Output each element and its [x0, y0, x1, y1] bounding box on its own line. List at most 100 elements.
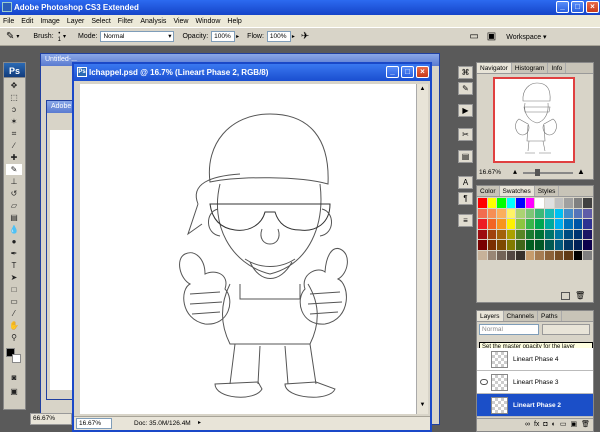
menu-edit[interactable]: Edit — [21, 18, 33, 25]
color-swatch[interactable] — [573, 240, 583, 250]
menu-filter[interactable]: Filter — [118, 18, 134, 25]
menu-layer[interactable]: Layer — [67, 18, 85, 25]
history-brush-tool-icon[interactable]: ↺ — [6, 188, 22, 199]
zoom-field[interactable]: 16.67% — [76, 418, 112, 429]
background-color-swatch[interactable] — [12, 354, 21, 363]
airbrush-icon[interactable]: ✈ — [301, 31, 309, 42]
color-swatch[interactable] — [506, 229, 516, 239]
paragraph-panel-icon[interactable]: ¶ — [458, 192, 473, 205]
delete-layer-icon[interactable]: 🗑 — [581, 419, 590, 431]
tab-histogram[interactable]: Histogram — [512, 63, 549, 73]
layer-row[interactable]: Lineart Phase 3 — [477, 371, 593, 394]
color-swatch[interactable] — [516, 198, 525, 208]
layer-row-selected[interactable]: Lineart Phase 2 — [477, 394, 593, 417]
info-panel-icon[interactable]: ≡ — [458, 214, 473, 227]
bridge-icon[interactable]: ▭ — [469, 31, 478, 42]
color-swatch[interactable] — [497, 208, 506, 218]
color-swatch[interactable] — [564, 229, 573, 239]
color-swatch[interactable] — [487, 208, 497, 218]
color-swatch[interactable] — [497, 198, 506, 208]
color-swatch[interactable] — [545, 198, 554, 208]
photoshop-logo-icon[interactable]: Ps — [3, 62, 26, 78]
trash-icon[interactable]: 🗑 — [575, 291, 585, 300]
color-swatch[interactable] — [516, 208, 525, 218]
lasso-tool-icon[interactable]: ↄ — [6, 104, 22, 115]
menu-analysis[interactable]: Analysis — [140, 18, 166, 25]
opacity-input[interactable]: 100% — [211, 31, 236, 42]
color-swatch[interactable] — [525, 208, 535, 218]
doc-minimize-button[interactable]: _ — [386, 66, 399, 78]
tab-info[interactable]: Info — [548, 63, 567, 73]
color-swatch[interactable] — [583, 229, 592, 239]
tab-channels[interactable]: Channels — [504, 311, 538, 321]
color-swatch[interactable] — [506, 219, 516, 229]
hand-tool-icon[interactable]: ✋ — [6, 320, 22, 331]
crop-tool-icon[interactable]: ⌗ — [6, 128, 22, 139]
menu-image[interactable]: Image — [40, 18, 59, 25]
maximize-button[interactable]: □ — [571, 1, 584, 13]
color-swatch[interactable] — [545, 208, 554, 218]
tab-navigator[interactable]: Navigator — [477, 63, 512, 73]
minimize-button[interactable]: _ — [556, 1, 569, 13]
color-swatch[interactable] — [583, 219, 592, 229]
healing-brush-tool-icon[interactable]: ✚ — [6, 152, 22, 163]
color-swatch[interactable] — [478, 219, 487, 229]
move-tool-icon[interactable]: ✥ — [6, 80, 22, 91]
palette-well-icon[interactable]: ▣ — [487, 31, 496, 42]
close-button[interactable]: × — [586, 1, 599, 13]
new-swatch-icon[interactable] — [561, 292, 570, 300]
tab-paths[interactable]: Paths — [538, 311, 562, 321]
color-swatch[interactable] — [564, 219, 573, 229]
color-swatch[interactable] — [554, 240, 564, 250]
color-swatch[interactable] — [516, 219, 525, 229]
tool-presets-panel-icon[interactable]: ✎ — [458, 82, 473, 95]
layer-row[interactable]: Lineart Phase 4 — [477, 348, 593, 371]
color-swatch[interactable] — [554, 250, 564, 260]
opacity-slider-arrow-icon[interactable]: ▸ — [236, 33, 239, 40]
color-swatch[interactable] — [564, 198, 573, 208]
color-swatch[interactable] — [545, 250, 554, 260]
menu-help[interactable]: Help — [227, 18, 241, 25]
menu-file[interactable]: File — [3, 18, 14, 25]
color-swatch[interactable] — [554, 208, 564, 218]
new-layer-icon[interactable]: ▣ — [570, 419, 577, 431]
color-swatch[interactable] — [583, 198, 592, 208]
color-swatch[interactable] — [545, 219, 554, 229]
path-selection-tool-icon[interactable]: ➤ — [6, 272, 22, 283]
eraser-tool-icon[interactable]: ▱ — [6, 200, 22, 211]
layer-mask-icon[interactable]: ◘ — [543, 419, 547, 431]
color-swatch[interactable] — [554, 229, 564, 239]
menu-select[interactable]: Select — [91, 18, 110, 25]
color-swatch[interactable] — [487, 198, 497, 208]
color-swatch[interactable] — [535, 208, 545, 218]
color-swatch[interactable] — [487, 219, 497, 229]
brush-size-picker[interactable]: • 1 — [58, 31, 61, 43]
magic-wand-tool-icon[interactable]: ✶ — [6, 116, 22, 127]
layer-comps-panel-icon[interactable]: ▤ — [458, 150, 473, 163]
color-swatch[interactable] — [564, 250, 573, 260]
color-swatch[interactable] — [573, 229, 583, 239]
new-group-icon[interactable]: ▭ — [560, 419, 567, 431]
color-swatch[interactable] — [506, 208, 516, 218]
color-swatch[interactable] — [525, 250, 535, 260]
doc-maximize-button[interactable]: □ — [401, 66, 414, 78]
tab-layers[interactable]: Layers — [477, 311, 504, 321]
color-swatch[interactable] — [525, 240, 535, 250]
history-panel-icon[interactable]: ▶ — [458, 104, 473, 117]
color-swatch[interactable] — [487, 240, 497, 250]
workspace-button[interactable]: Workspace ▾ — [506, 33, 546, 41]
color-swatch[interactable] — [525, 219, 535, 229]
adjustment-layer-icon[interactable]: ◐ — [552, 419, 556, 431]
flow-slider-arrow-icon[interactable]: ▸ — [292, 33, 295, 40]
color-swatch[interactable] — [545, 229, 554, 239]
color-swatch[interactable] — [516, 229, 525, 239]
tool-preset-dropdown-icon[interactable]: ▾ — [16, 33, 19, 40]
brush-tool-icon[interactable]: ✎ — [6, 164, 22, 175]
zoom-tool-icon[interactable]: ⚲ — [6, 332, 22, 343]
slice-tool-icon[interactable]: ∕ — [6, 140, 22, 151]
color-swatch[interactable] — [478, 250, 487, 260]
color-swatch[interactable] — [535, 240, 545, 250]
zoom-out-icon[interactable]: ▴ — [513, 167, 517, 176]
eyedropper-tool-icon[interactable]: ⁄ — [6, 308, 22, 319]
color-swatch[interactable] — [554, 219, 564, 229]
